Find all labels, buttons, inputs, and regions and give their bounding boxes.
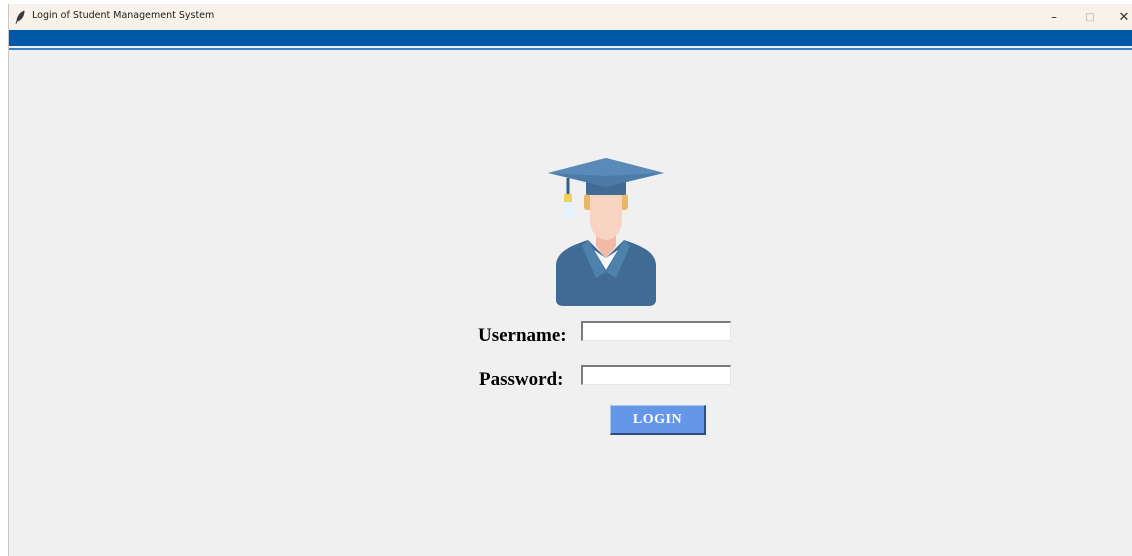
header-bar — [9, 30, 1132, 46]
title-bar: Login of Student Management System – □ ✕ — [9, 4, 1132, 30]
header-divider — [9, 48, 1132, 50]
login-button[interactable]: LOGIN — [610, 405, 706, 435]
password-input[interactable] — [581, 365, 731, 385]
minimize-button[interactable]: – — [1037, 4, 1071, 30]
feather-icon — [15, 10, 25, 24]
graduate-student-icon — [548, 158, 664, 306]
username-input[interactable] — [581, 321, 731, 341]
login-window: Login of Student Management System – □ ✕… — [8, 4, 1132, 556]
window-title: Login of Student Management System — [32, 10, 215, 21]
password-label: Password: — [479, 369, 564, 390]
username-label: Username: — [478, 325, 567, 346]
close-button[interactable]: ✕ — [1107, 4, 1132, 30]
maximize-button[interactable]: □ — [1073, 4, 1107, 30]
